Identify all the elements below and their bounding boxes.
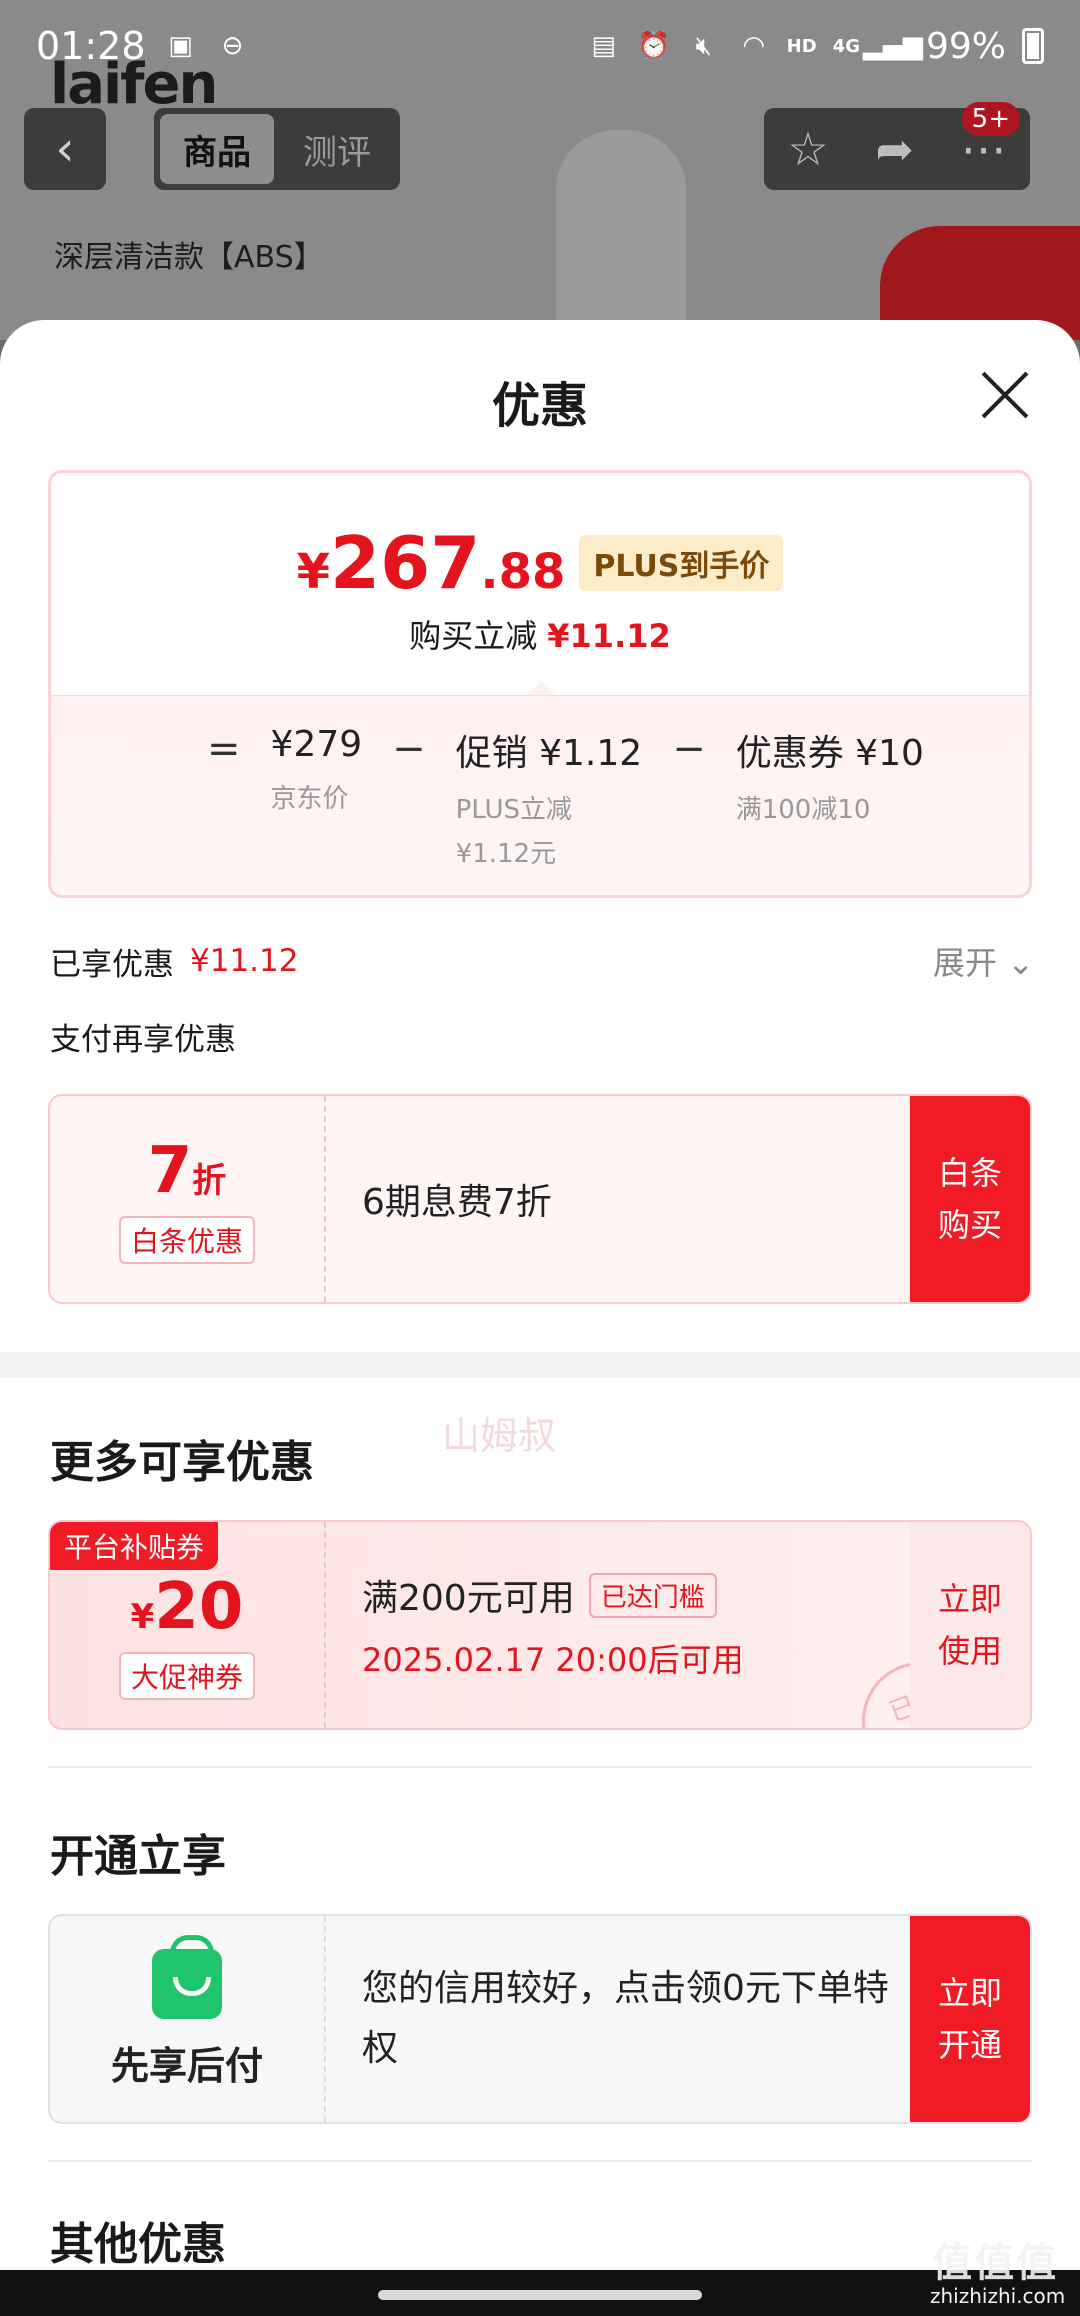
platform-subsidy-tag: 平台补贴券	[50, 1522, 219, 1570]
home-gesture-handle[interactable]	[378, 2290, 702, 2300]
jd-price: ¥279	[270, 724, 363, 765]
minus-sign: −	[672, 726, 706, 772]
close-icon[interactable]	[980, 370, 1030, 420]
credit-pay-info: 您的信用较好，点击领0元下单特权	[326, 1916, 910, 2122]
enjoyed-discount-row: 已享优惠 ¥11.12 展开 ⌄	[50, 938, 1034, 984]
open-now-button[interactable]: 立即开通	[910, 1916, 1030, 2122]
divider	[48, 2160, 1032, 2162]
credit-pay-label: 先享后付	[110, 2043, 263, 2088]
price-integer: 267	[330, 521, 481, 605]
app-notification-icon: ▤	[591, 31, 616, 61]
credit-pay-brand: 先享后付	[50, 1916, 326, 2122]
jd-price-term: ¥279 京东价	[271, 724, 363, 821]
promo-sub-value: ¥1.12元	[455, 839, 557, 869]
site-watermark-url: zhizhizhi.com	[930, 2284, 1066, 2308]
open-enjoy-title: 开通立享	[50, 1831, 226, 1882]
promo-label: 促销	[455, 733, 528, 774]
status-time: 01:28	[36, 24, 146, 68]
expand-button[interactable]: 展开 ⌄	[933, 938, 1034, 984]
credit-pay-desc: 您的信用较好，点击领0元下单特权	[362, 1968, 889, 2069]
promo-term: 促销 ¥1.12 PLUS立减 ¥1.12元	[456, 724, 643, 876]
product-nav: ‹ 商品 测评 ☆ ➦ ⋯ 5+	[0, 102, 1080, 190]
promo-sub-label: PLUS立减	[455, 795, 573, 825]
network-label: 4G	[832, 35, 860, 57]
coupon-amount: ¥20	[131, 1570, 244, 1644]
price-formula: = ¥279 京东价 − 促销 ¥1.12 PLUS立减 ¥1.12元 − 优惠…	[51, 695, 1029, 895]
signal-icon: ▂▄▆	[862, 31, 923, 61]
product-tabs: 商品 测评	[154, 108, 400, 190]
credit-pay-card[interactable]: 先享后付 您的信用较好，点击领0元下单特权 立即开通	[48, 1914, 1032, 2124]
divider	[48, 1766, 1032, 1768]
reduce-value: ¥11.12	[547, 617, 671, 655]
chevron-down-icon: ⌄	[1007, 944, 1034, 982]
coupon-condition: 满200元可用	[362, 1578, 575, 1619]
back-button[interactable]: ‹	[24, 108, 106, 190]
currency-symbol: ¥	[296, 544, 331, 600]
discount-rate: 7折	[148, 1134, 227, 1208]
baitiao-buy-button[interactable]: 白条购买	[910, 1096, 1030, 1302]
coupon-condition: 满100减10	[735, 795, 871, 825]
instant-reduce-line: 购买立减 ¥11.12	[51, 611, 1029, 657]
shopping-bag-icon	[152, 1934, 222, 2019]
wifi-icon: ◠	[742, 31, 765, 61]
promo-value: ¥1.12	[539, 733, 643, 774]
gallery-icon: ▣	[168, 31, 193, 61]
top-actions: ☆ ➦ ⋯ 5+	[764, 102, 1030, 190]
tab-product[interactable]: 商品	[160, 114, 274, 184]
baitiao-desc: 6期息费7折	[362, 1182, 552, 1223]
pay-discount-title: 支付再享优惠	[50, 1022, 236, 1058]
expand-label: 展开	[933, 944, 998, 982]
coupon-type-tag: 大促神券	[118, 1652, 255, 1700]
coupon-label: 优惠券	[735, 733, 844, 774]
faint-watermark: 山姆叔	[442, 1414, 557, 1458]
variant-label: 深层清洁款【ABS】	[54, 240, 324, 275]
threshold-reached-tag: 已达门槛	[588, 1572, 717, 1618]
mute-icon: 🔇︎	[695, 30, 712, 61]
product-page-background: laifen 01:28 ▣ ⊖ ▤ ⏰ 🔇︎ ◠ HD 4G ▂▄▆ 99% …	[0, 0, 1080, 340]
more-offers-title: 更多可享优惠	[50, 1437, 314, 1488]
star-icon[interactable]: ☆	[787, 122, 828, 176]
tab-review[interactable]: 测评	[280, 114, 394, 184]
minus-sign: −	[392, 726, 426, 772]
coupon-term: 优惠券 ¥10 满100减10	[736, 724, 924, 832]
coupon-info: 满200元可用 已达门槛 2025.02.17 20:00后可用	[326, 1522, 910, 1728]
battery-percent: 99%	[925, 25, 1006, 67]
battery-icon	[1022, 28, 1044, 64]
equals-sign: =	[207, 726, 241, 772]
share-icon[interactable]: ➦	[875, 122, 914, 176]
hd-label: HD	[786, 35, 817, 57]
final-price-area: ¥267.88 PLUS到手价 购买立减 ¥11.12	[51, 473, 1029, 695]
sheet-title: 优惠	[491, 378, 588, 434]
site-watermark: 值值值	[932, 2240, 1058, 2286]
reduce-label: 购买立减	[409, 617, 538, 655]
coupon-valid-time: 2025.02.17 20:00后可用	[362, 1641, 744, 1679]
use-now-button[interactable]: 立即使用	[910, 1522, 1030, 1728]
dnd-icon: ⊖	[221, 31, 244, 61]
platform-coupon-card[interactable]: ¥20 大促神券 平台补贴券 满200元可用 已达门槛 2025.02.17 2…	[48, 1520, 1032, 1730]
price-breakdown-card: ¥267.88 PLUS到手价 购买立减 ¥11.12 = ¥279 京东价 − …	[48, 470, 1032, 898]
baitiao-tag: 白条优惠	[118, 1216, 255, 1264]
section-separator	[0, 1352, 1080, 1378]
coupon-currency: ¥	[130, 1597, 155, 1637]
enjoyed-label: 已享优惠	[50, 946, 174, 983]
coupon-value: ¥10	[855, 733, 924, 774]
discount-unit: 折	[192, 1161, 227, 1201]
baitiao-discount: 7折 白条优惠	[50, 1096, 326, 1302]
baitiao-info: 6期息费7折	[326, 1096, 910, 1302]
baitiao-offer-card[interactable]: 7折 白条优惠 6期息费7折 白条购买	[48, 1094, 1032, 1304]
coupon-amount-value: 20	[154, 1570, 244, 1644]
other-offers-title: 其他优惠	[50, 2219, 226, 2270]
jd-price-label: 京东价	[270, 784, 349, 814]
discount-sheet: 优惠 ¥267.88 PLUS到手价 购买立减 ¥11.12 = ¥279 京东价	[0, 320, 1080, 2316]
chevron-left-icon: ‹	[55, 121, 75, 177]
price-decimal: .88	[480, 544, 566, 600]
status-bar: 01:28 ▣ ⊖ ▤ ⏰ 🔇︎ ◠ HD 4G ▂▄▆ 99%	[0, 0, 1080, 92]
discount-number: 7	[147, 1134, 193, 1208]
alarm-icon: ⏰	[637, 31, 670, 61]
message-badge: 5+	[961, 102, 1020, 136]
plus-price-tag: PLUS到手价	[579, 535, 784, 591]
enjoyed-value: ¥11.12	[190, 943, 299, 979]
final-price: ¥267.88	[297, 521, 566, 605]
